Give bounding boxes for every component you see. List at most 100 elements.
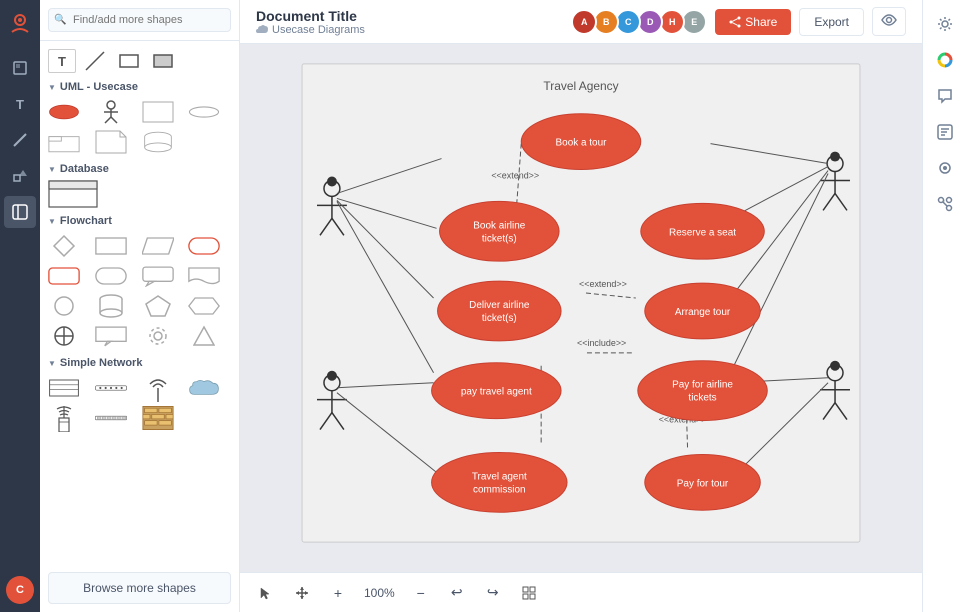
line-tool-icon[interactable] [4,124,36,156]
undo-button[interactable]: ↩ [443,579,471,607]
label-reserve-seat: Reserve a seat [669,227,736,238]
text-tool-icon[interactable]: T [4,88,36,120]
collab-avatar-6: E [681,9,707,35]
actor4-dot [830,361,840,371]
comment-panel-icon[interactable] [929,80,961,112]
eye-icon [881,14,897,26]
diagram-title: Travel Agency [543,79,618,93]
fc-doc-shape[interactable] [188,263,220,289]
icon-bar-bottom: C [6,576,34,604]
network-section-title[interactable]: ▼ Simple Network [48,357,231,369]
top-bar-right: A B C D H E Share Export [571,7,906,36]
redo-button[interactable]: ↪ [479,579,507,607]
flowchart-section-title[interactable]: ▼ Flowchart [48,215,231,227]
text-format-panel-icon[interactable] [929,116,961,148]
panel-toggle-icon[interactable] [4,196,36,228]
shapes-tool-icon[interactable] [4,160,36,192]
net-server-shape[interactable] [48,405,80,431]
cursor-tool-button[interactable] [252,579,280,607]
main-area: Document Title Usecase Diagrams A B C D … [240,0,922,612]
fc-hexagon-shape[interactable] [188,293,220,319]
db-table-shape[interactable] [48,181,98,207]
network-shapes-grid [48,375,231,431]
zoom-in-button[interactable]: + [324,579,352,607]
label-extend-1: <<extend>> [491,170,539,180]
color-panel-icon[interactable] [929,44,961,76]
label-pay-for-tour: Pay for tour [677,478,729,489]
uml-chevron: ▼ [48,83,56,92]
rect-shape[interactable] [114,49,144,73]
uml-actor-shape[interactable] [95,99,127,125]
pages-nav-icon[interactable] [4,52,36,84]
user-avatar[interactable]: C [6,576,34,604]
shape-panel-icon[interactable] [929,152,961,184]
fc-cross-shape[interactable] [48,323,80,349]
search-input[interactable] [48,8,231,32]
label-arrange-tour: Arrange tour [675,307,731,318]
document-subtitle: Usecase Diagrams [256,24,365,36]
net-patch-shape[interactable] [95,405,127,431]
connector-panel-icon[interactable] [929,188,961,220]
canvas-wrapper[interactable]: Travel Agency [240,44,922,612]
pan-tool-button[interactable] [288,579,316,607]
collab-avatar-2: B [593,9,619,35]
fc-pentagon-shape[interactable] [142,293,174,319]
share-button[interactable]: Share [715,9,791,35]
net-cloud-shape[interactable] [188,375,220,401]
zoom-level: 100% [360,586,399,600]
uml-folder-shape[interactable] [48,129,80,155]
collab-avatar-4: D [637,9,663,35]
fc-gear-shape[interactable] [142,323,174,349]
zoom-out-button[interactable]: − [407,579,435,607]
collab-avatar-3: C [615,9,641,35]
net-antenna-shape[interactable] [142,375,174,401]
net-switch-shape[interactable] [95,375,127,401]
preview-button[interactable] [872,7,906,36]
label-travel-comm-2: commission [473,484,526,495]
collab-avatar-1: A [571,9,597,35]
browse-more-shapes-button[interactable]: Browse more shapes [48,572,231,604]
fc-callout-shape[interactable] [95,323,127,349]
fc-roundrect2-shape[interactable] [48,263,80,289]
net-rack-shape[interactable] [48,375,80,401]
database-section-title[interactable]: ▼ Database [48,163,231,175]
uml-section-title[interactable]: ▼ UML - Usecase [48,81,231,93]
uml-ellipse-outline-shape[interactable] [188,99,220,125]
fc-chevron: ▼ [48,217,56,226]
fc-diamond-shape[interactable] [48,233,80,259]
bottom-toolbar: + 100% − ↩ ↪ [240,572,922,612]
label-deliver-airline-1: Deliver airline [469,300,530,311]
right-panel [922,0,966,612]
canvas-inner: Travel Agency [240,44,922,572]
line-shape[interactable] [80,49,110,73]
properties-panel-icon[interactable] [929,8,961,40]
label-pay-travel-agent: pay travel agent [461,387,532,398]
doc-info: Document Title Usecase Diagrams [256,8,365,36]
uml-rect-shape[interactable] [142,99,174,125]
fc-speech-shape[interactable] [142,263,174,289]
fc-triangle-shape[interactable] [188,323,220,349]
net-wall-shape[interactable] [142,405,174,431]
fc-para-shape[interactable] [142,233,174,259]
net-chevron: ▼ [48,359,56,368]
pan-icon [295,586,309,600]
actor3-dot [830,152,840,162]
fc-circle-shape[interactable] [48,293,80,319]
filled-rect-shape[interactable] [148,49,178,73]
fc-rounded-shape[interactable] [95,263,127,289]
export-button[interactable]: Export [799,8,864,36]
label-book-a-tour: Book a tour [556,138,608,149]
uml-cylinder-shape[interactable] [142,129,174,155]
label-book-airline-2: ticket(s) [482,233,517,244]
actor2-dot [327,371,337,381]
grid-button[interactable] [515,579,543,607]
uml-note-shape[interactable] [95,129,127,155]
uml-ellipse-shape[interactable] [48,99,80,125]
search-icon: 🔍 [54,15,66,26]
fc-rect-shape[interactable] [95,233,127,259]
fc-cylinder2-shape[interactable] [95,293,127,319]
fc-round-shape[interactable] [188,233,220,259]
diagram-svg[interactable]: Travel Agency [240,44,922,572]
share-icon [729,16,741,28]
text-shape[interactable]: T [48,49,76,73]
